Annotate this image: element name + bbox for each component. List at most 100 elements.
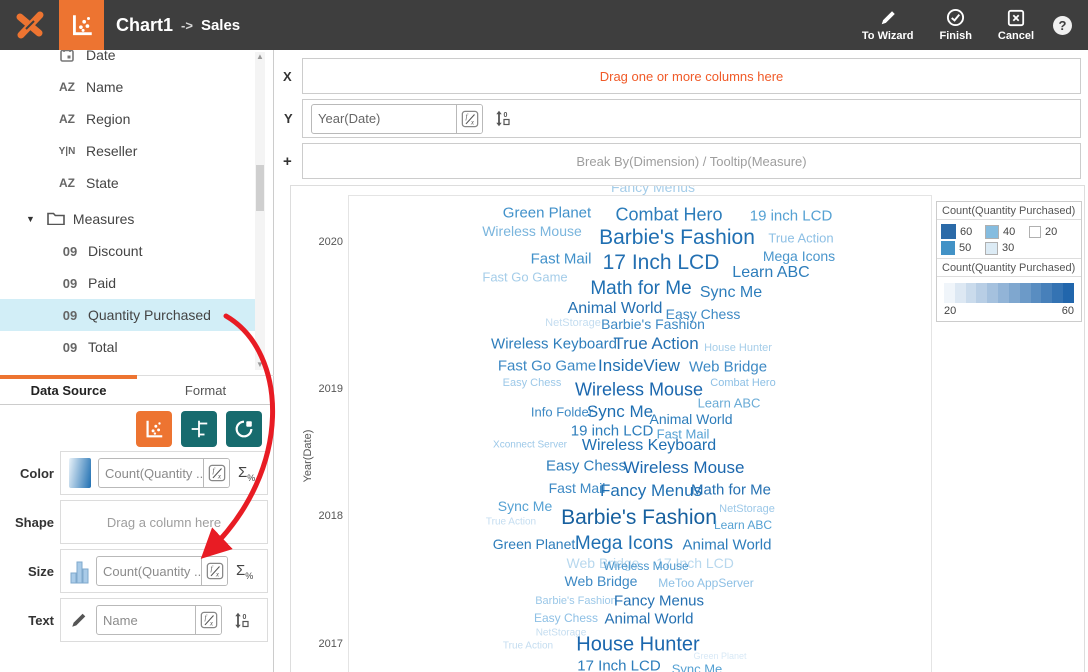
chart-type-tile[interactable] xyxy=(59,0,104,50)
word-label[interactable]: Learn ABC xyxy=(732,264,809,282)
word-label[interactable]: True Action xyxy=(486,517,536,528)
word-label[interactable]: Learn ABC xyxy=(714,518,772,532)
word-label[interactable]: Green Planet xyxy=(693,651,746,661)
sidebar-item-reseller[interactable]: Y|N Reseller xyxy=(0,135,256,167)
word-label[interactable]: Math for Me xyxy=(691,482,771,499)
word-label[interactable]: House Hunter xyxy=(576,634,699,657)
sidebar-item-paid[interactable]: 09 Paid xyxy=(0,267,256,299)
scatter-type-button[interactable] xyxy=(136,411,172,447)
word-label[interactable]: Fast Go Game xyxy=(482,270,567,285)
chart-canvas[interactable]: Year(Date) 2020 2019 2018 2017 Fancy Men… xyxy=(290,185,1085,672)
sort-order-icon[interactable]: 0 xyxy=(233,611,250,630)
word-label[interactable]: Mega Icons xyxy=(763,248,835,264)
word-label[interactable]: Wireless Mouse xyxy=(575,380,703,401)
word-label[interactable]: Easy Chess xyxy=(546,458,626,475)
word-label[interactable]: Fast Mail xyxy=(549,480,606,496)
finish-button[interactable]: Finish xyxy=(940,8,972,42)
word-label[interactable]: Animal World xyxy=(650,411,733,427)
sidebar-item-state[interactable]: AZ State xyxy=(0,167,256,199)
word-label[interactable]: 17 Inch LCD xyxy=(577,658,660,672)
sidebar-item-total[interactable]: 09 Total xyxy=(0,331,256,363)
text-drop-zone[interactable]: Name fx 0 xyxy=(60,598,268,642)
word-label[interactable]: Sync Me xyxy=(587,402,653,422)
break-by-drop-zone[interactable]: Break By(Dimension) / Tooltip(Measure) xyxy=(302,143,1081,179)
word-label[interactable]: 17 Inch LCD xyxy=(603,251,720,275)
shape-drop-zone[interactable]: Drag a column here xyxy=(60,500,268,544)
word-label[interactable]: Green Planet xyxy=(503,205,591,222)
color-drop-zone[interactable]: Count(Quantity ... fx Σ% xyxy=(60,451,268,495)
sidebar-item-quantity-purchased[interactable]: 09 Quantity Purchased xyxy=(0,299,256,331)
word-label[interactable]: Sync Me xyxy=(672,662,723,672)
help-button[interactable]: ? xyxy=(1053,16,1072,35)
scroll-up-icon[interactable]: ▲ xyxy=(255,52,265,62)
tab-data-source[interactable]: Data Source xyxy=(0,376,137,404)
word-label[interactable]: True Action xyxy=(613,334,698,354)
word-label[interactable]: Wireless Mouse xyxy=(482,223,582,239)
to-wizard-button[interactable]: To Wizard xyxy=(862,9,914,42)
word-label[interactable]: InsideView xyxy=(598,356,680,376)
scroll-down-icon[interactable]: ▼ xyxy=(255,360,265,370)
word-label[interactable]: Mega Icons xyxy=(575,533,673,555)
word-label[interactable]: Info Folder xyxy=(531,405,593,420)
sort-order-icon[interactable]: 0 xyxy=(494,109,511,128)
word-label[interactable]: MeToo AppServer xyxy=(658,576,753,590)
y-drop-zone[interactable]: Year(Date) fx 0 xyxy=(302,99,1081,138)
word-label[interactable]: Barbie's Fashion xyxy=(535,595,617,607)
cancel-button[interactable]: Cancel xyxy=(998,9,1034,42)
text-value-pill[interactable]: Name fx xyxy=(96,605,222,635)
word-label[interactable]: Animal World xyxy=(683,537,772,554)
word-label[interactable]: House Hunter xyxy=(704,342,772,354)
word-label[interactable]: NetStorage xyxy=(545,317,601,329)
word-label[interactable]: Easy Chess xyxy=(534,611,598,625)
word-label[interactable]: Fancy Menus xyxy=(611,185,695,195)
word-label[interactable]: Wireless Keyboard xyxy=(582,437,716,455)
word-label[interactable]: NetStorage xyxy=(719,503,775,515)
word-label[interactable]: Web Bridge xyxy=(565,573,638,589)
expression-fx-icon[interactable]: fx xyxy=(456,104,482,134)
word-label[interactable]: Barbie's Fashion xyxy=(561,506,717,530)
sidebar-scrollbar[interactable]: ▲ ▼ xyxy=(255,52,265,370)
expression-fx-icon[interactable]: fx xyxy=(203,458,229,488)
word-label[interactable]: True Action xyxy=(503,641,553,652)
sidebar-item-discount[interactable]: 09 Discount xyxy=(0,235,256,267)
x-drop-zone[interactable]: Drag one or more columns here xyxy=(302,58,1081,94)
word-label[interactable]: Fancy Menus xyxy=(600,481,702,501)
sidebar-item-region[interactable]: AZ Region xyxy=(0,103,256,135)
word-label[interactable]: Green Planet xyxy=(493,536,576,552)
word-label[interactable]: Sync Me xyxy=(700,284,762,302)
word-label[interactable]: True Action xyxy=(768,231,833,246)
tab-format[interactable]: Format xyxy=(137,376,274,404)
word-label[interactable]: Barbie's Fashion xyxy=(599,226,755,250)
aggregation-sigma-icon[interactable]: Σ% xyxy=(236,562,253,581)
word-label[interactable]: Barbie's Fashion xyxy=(601,316,705,332)
expression-fx-icon[interactable]: fx xyxy=(195,605,221,635)
expression-fx-icon[interactable]: fx xyxy=(201,556,227,586)
word-label[interactable]: Animal World xyxy=(605,611,694,628)
word-label[interactable]: Fast Go Game xyxy=(498,358,596,375)
size-value-pill[interactable]: Count(Quantity ... fx xyxy=(96,556,228,586)
sidebar-item-date[interactable]: Date xyxy=(0,50,256,71)
size-drop-zone[interactable]: Count(Quantity ... fx Σ% xyxy=(60,549,268,593)
word-label[interactable]: Easy Chess xyxy=(503,377,562,389)
word-label[interactable]: 19 inch LCD xyxy=(750,208,833,225)
color-value-pill[interactable]: Count(Quantity ... fx xyxy=(98,458,230,488)
color-gradient-swatch[interactable] xyxy=(69,458,91,488)
word-label[interactable]: Xconnect Server xyxy=(493,440,567,451)
y-value-pill[interactable]: Year(Date) fx xyxy=(311,104,483,134)
hierarchy-type-button[interactable] xyxy=(181,411,217,447)
word-label[interactable]: Learn ABC xyxy=(698,396,761,411)
word-label[interactable]: Combat Hero xyxy=(710,377,775,389)
scrollbar-thumb[interactable] xyxy=(256,165,264,211)
word-label[interactable]: Wireless Mouse xyxy=(624,458,745,478)
aggregation-sigma-icon[interactable]: Σ% xyxy=(238,464,255,483)
measures-folder[interactable]: ▼ Measures xyxy=(0,203,256,235)
word-label[interactable]: Web Bridge xyxy=(689,359,767,376)
word-label[interactable]: Wireless Keyboard xyxy=(491,336,617,353)
word-label[interactable]: Fast Mail xyxy=(531,251,592,268)
word-label[interactable]: Wireless Mouse xyxy=(603,559,688,573)
word-label[interactable]: Sync Me xyxy=(498,498,552,514)
doughnut-type-button[interactable] xyxy=(226,411,262,447)
word-label[interactable]: Combat Hero xyxy=(615,205,722,226)
word-label[interactable]: Math for Me xyxy=(590,278,691,300)
word-label[interactable]: Fancy Menus xyxy=(614,593,704,610)
